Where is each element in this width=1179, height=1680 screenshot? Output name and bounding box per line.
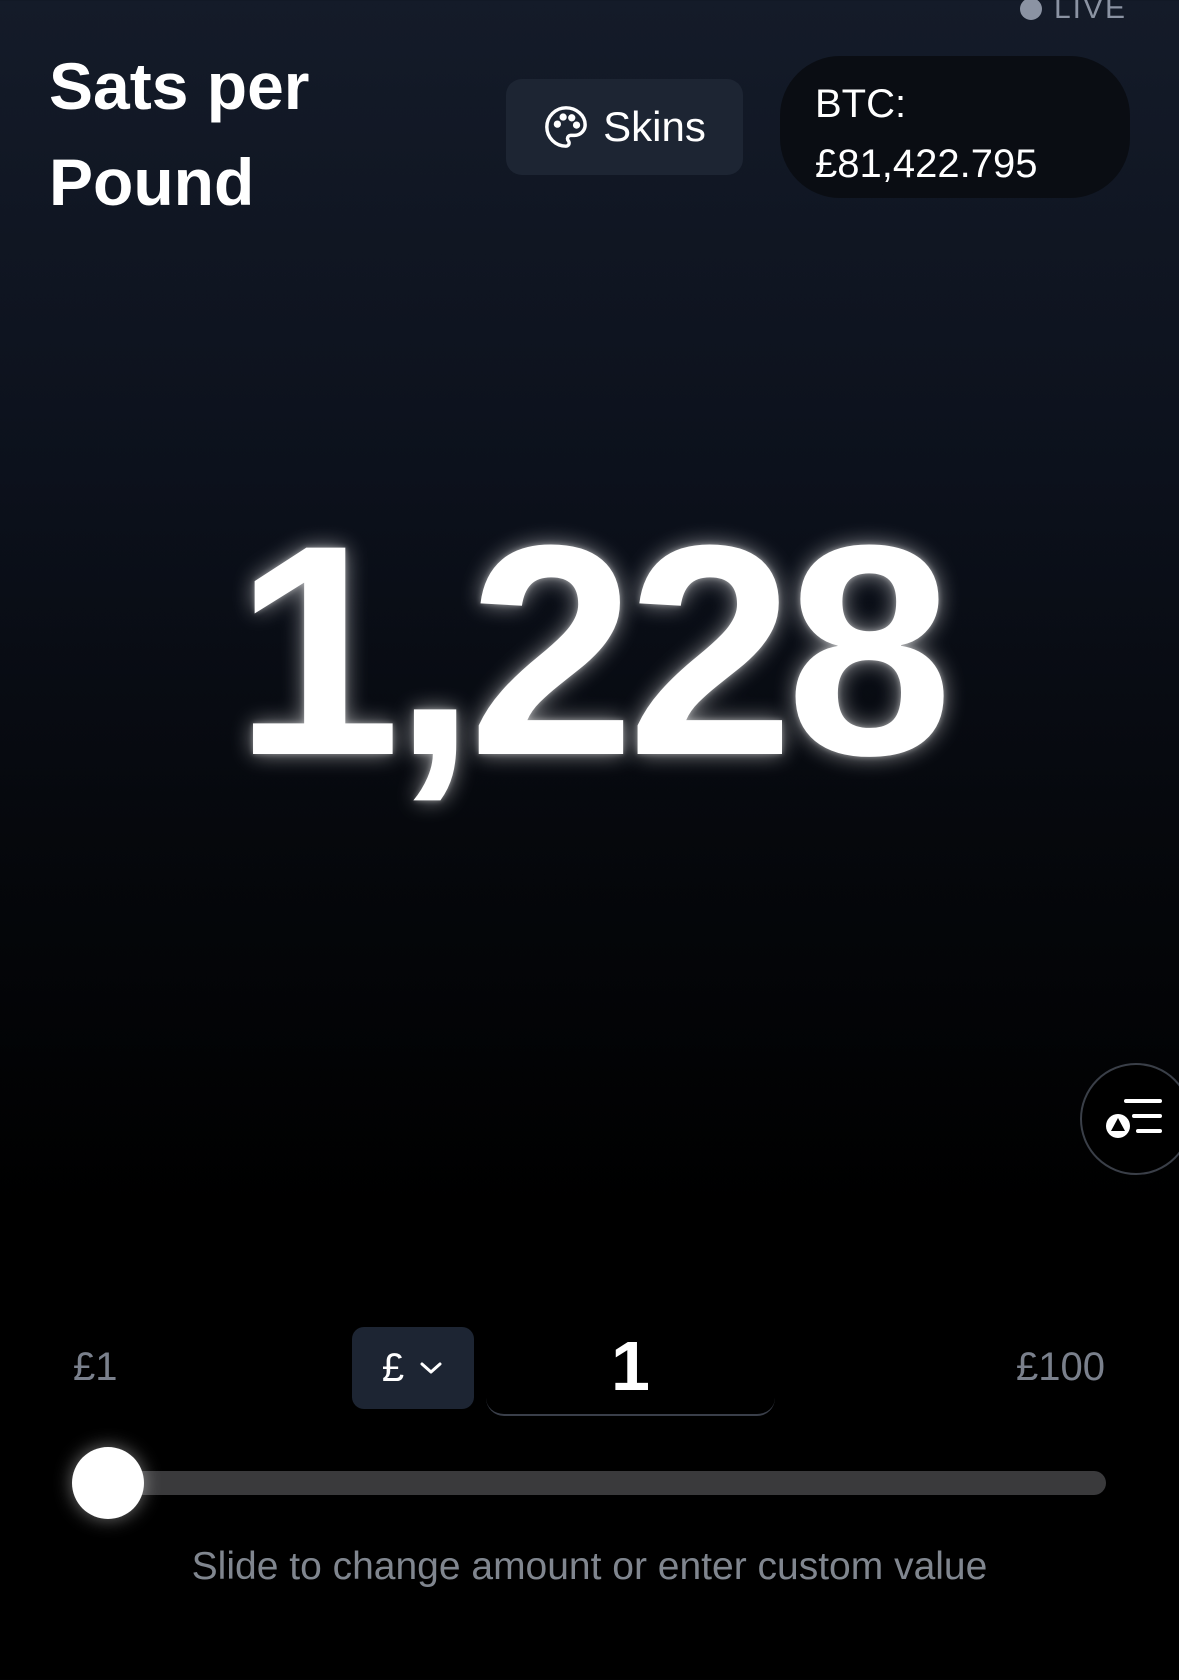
amount-slider-track[interactable] — [108, 1471, 1106, 1495]
live-dot-icon — [1019, 0, 1042, 20]
range-min-label: £1 — [73, 1345, 118, 1389]
currency-symbol: £ — [381, 1345, 405, 1390]
amount-input[interactable] — [486, 1318, 775, 1416]
currency-select[interactable]: £ — [352, 1327, 474, 1409]
slider-hint: Slide to change amount or enter custom v… — [191, 1545, 988, 1588]
sats-value: 1,228 — [234, 482, 953, 818]
live-label: LIVE — [1053, 0, 1127, 25]
live-indicator: LIVE — [1019, 0, 1127, 26]
page-title: Sats per Pound — [49, 38, 389, 230]
shapes-menu-button[interactable] — [1080, 1063, 1179, 1175]
page-title-line2: Pound — [49, 145, 255, 219]
range-max-label: £100 — [1016, 1345, 1105, 1389]
skins-label: Skins — [603, 103, 706, 150]
page-title-line1: Sats per — [49, 49, 310, 123]
btc-price-badge: BTC: £81,422.795 — [780, 56, 1130, 198]
amount-slider-thumb[interactable] — [72, 1447, 144, 1519]
palette-icon — [545, 106, 588, 148]
btc-label: BTC: — [815, 82, 907, 126]
chevron-down-icon — [420, 1362, 442, 1374]
skins-button[interactable]: Skins — [506, 79, 743, 175]
btc-price: £81,422.795 — [815, 142, 1038, 186]
shapes-list-icon — [1106, 1099, 1162, 1138]
